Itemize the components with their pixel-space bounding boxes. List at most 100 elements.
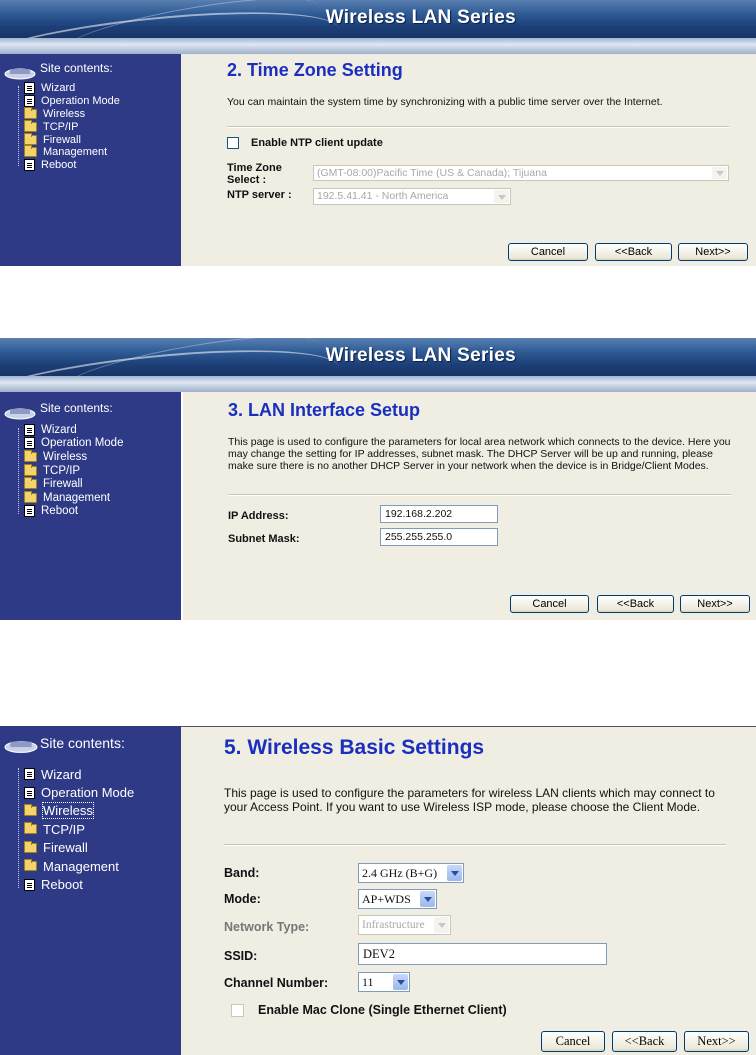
sidebar-item-operation-mode[interactable]: Operation Mode	[24, 437, 123, 451]
mode-select[interactable]: AP+WDS	[358, 889, 437, 909]
band-label: Band:	[224, 866, 260, 880]
ip-address-input[interactable]: 192.168.2.202	[380, 505, 498, 523]
folder-icon	[24, 859, 37, 872]
cancel-button[interactable]: Cancel	[508, 243, 588, 261]
page-title: 3. LAN Interface Setup	[228, 400, 421, 420]
site-contents-title: Site contents:	[40, 735, 125, 751]
page-title: 5. Wireless Basic Settings	[224, 736, 485, 759]
screenshot-lan-interface: Wireless LAN Series Site contents: Wizar…	[0, 338, 756, 620]
network-type-label: Network Type:	[224, 920, 310, 934]
folder-icon	[24, 463, 37, 476]
back-button[interactable]: <<Back	[597, 595, 674, 613]
sidebar: Site contents: Wizard Operation Mode Wir…	[0, 392, 181, 620]
next-button[interactable]: Next>>	[684, 1031, 749, 1052]
header-strip	[0, 376, 756, 392]
next-button[interactable]: Next>>	[680, 595, 750, 613]
divider	[224, 844, 726, 846]
folder-icon	[24, 106, 37, 119]
sidebar: Site contents: Wizard Operation Mode Wir…	[0, 54, 181, 266]
divider	[228, 494, 731, 496]
chevron-down-icon	[434, 917, 449, 933]
page-icon	[24, 878, 35, 891]
site-contents-title: Site contents:	[40, 61, 113, 75]
sidebar-item-wireless[interactable]: Wireless	[24, 449, 123, 464]
sidebar-item-wizard[interactable]: Wizard	[24, 82, 120, 95]
folder-icon	[24, 449, 37, 462]
page-description: You can maintain the system time by sync…	[227, 96, 663, 108]
sidebar-item-management[interactable]: Management	[24, 490, 123, 505]
chevron-down-icon	[420, 891, 435, 907]
folder-icon	[24, 803, 37, 816]
network-type-select[interactable]: Infrastructure	[358, 915, 451, 935]
folder-icon	[24, 840, 37, 853]
sidebar-item-management[interactable]: Management	[24, 145, 120, 159]
banner-title: Wireless LAN Series	[325, 7, 516, 28]
page-icon	[24, 423, 35, 436]
folder-icon	[24, 822, 37, 835]
subnet-mask-input[interactable]: 255.255.255.0	[380, 528, 498, 546]
chevron-down-icon	[447, 865, 462, 881]
sidebar-item-wireless[interactable]: Wireless	[24, 106, 120, 121]
sidebar-item-tcpip[interactable]: TCP/IP	[24, 119, 120, 133]
subnet-mask-label: Subnet Mask:	[228, 533, 300, 545]
page-description: This page is used to configure the param…	[228, 436, 731, 473]
sidebar-item-reboot[interactable]: Reboot	[24, 159, 120, 172]
site-contents-title: Site contents:	[40, 401, 113, 415]
sidebar-item-firewall[interactable]: Firewall	[24, 132, 120, 146]
page-icon	[24, 505, 35, 518]
sidebar-item-tcpip[interactable]: TCP/IP	[24, 463, 123, 478]
sidebar-item-firewall[interactable]: Firewall	[24, 477, 123, 491]
sidebar-item-tcpip[interactable]: TCP/IP	[24, 820, 134, 838]
sidebar-item-wizard[interactable]: Wizard	[24, 765, 134, 783]
ntp-server-select[interactable]: 192.5.41.41 - North America	[313, 188, 511, 205]
header-banner: Wireless LAN Series	[0, 0, 756, 38]
back-button[interactable]: <<Back	[612, 1031, 677, 1052]
mac-clone-checkbox[interactable]	[231, 1004, 244, 1017]
sidebar-item-firewall[interactable]: Firewall	[24, 839, 134, 857]
banner-title: Wireless LAN Series	[325, 345, 516, 366]
sidebar-item-management[interactable]: Management	[24, 857, 134, 875]
ntp-checkbox[interactable]	[227, 137, 239, 149]
screenshot-time-zone: Wireless LAN Series Site contents: Wizar…	[0, 0, 756, 266]
folder-icon	[24, 145, 37, 158]
page-icon	[24, 768, 35, 781]
channel-number-select[interactable]: 11	[358, 972, 410, 992]
timezone-select[interactable]: (GMT-08:00)Pacific Time (US & Canada); T…	[313, 165, 729, 181]
sidebar: Site contents: Wizard Operation Mode Wir…	[0, 726, 181, 1055]
sidebar-item-reboot[interactable]: Reboot	[24, 505, 123, 519]
sidebar-item-operation-mode[interactable]: Operation Mode	[24, 783, 134, 801]
ssid-input[interactable]: DEV2	[358, 943, 607, 965]
back-button[interactable]: <<Back	[595, 243, 672, 261]
page-description: This page is used to configure the param…	[224, 786, 715, 814]
cancel-button[interactable]: Cancel	[541, 1031, 605, 1052]
sidebar-item-operation-mode[interactable]: Operation Mode	[24, 95, 120, 108]
main-panel: 5. Wireless Basic Settings This page is …	[181, 726, 756, 1055]
mode-label: Mode:	[224, 892, 261, 906]
site-tree: Wizard Operation Mode Wireless TCP/IP Fi…	[24, 423, 123, 518]
folder-icon	[24, 490, 37, 503]
chevron-down-icon	[393, 974, 408, 990]
timezone-label: Time Zone Select :	[227, 162, 282, 186]
sidebar-item-reboot[interactable]: Reboot	[24, 875, 134, 893]
sidebar-item-wizard[interactable]: Wizard	[24, 423, 123, 437]
ssid-label: SSID:	[224, 949, 258, 963]
ip-address-label: IP Address:	[228, 510, 289, 522]
page-title: 2. Time Zone Setting	[227, 60, 403, 80]
band-select[interactable]: 2.4 GHz (B+G)	[358, 863, 464, 883]
header-strip	[0, 38, 756, 54]
mac-clone-label: Enable Mac Clone (Single Ethernet Client…	[258, 1003, 507, 1017]
next-button[interactable]: Next>>	[678, 243, 748, 261]
header-banner: Wireless LAN Series	[0, 338, 756, 376]
cancel-button[interactable]: Cancel	[510, 595, 589, 613]
main-panel: 2. Time Zone Setting You can maintain th…	[181, 54, 756, 266]
folder-icon	[24, 119, 37, 132]
chevron-down-icon	[494, 190, 509, 203]
sidebar-item-wireless[interactable]: Wireless	[24, 802, 134, 820]
folder-icon	[24, 132, 37, 145]
divider	[227, 126, 729, 128]
screenshot-wireless-basic: Site contents: Wizard Operation Mode Wir…	[0, 726, 756, 1055]
ntp-checkbox-label: Enable NTP client update	[251, 137, 383, 149]
tree-line	[18, 86, 19, 166]
site-tree: Wizard Operation Mode Wireless TCP/IP Fi…	[24, 82, 120, 172]
tree-line	[18, 768, 19, 888]
